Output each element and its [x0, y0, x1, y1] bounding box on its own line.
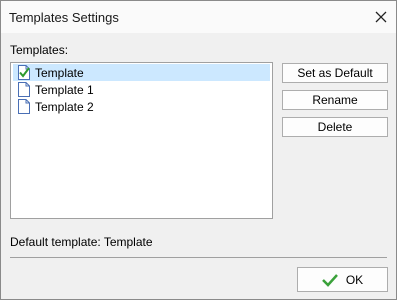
- default-template-text: Default template: Template: [10, 235, 153, 249]
- templates-list[interactable]: Template Template 1 Template 2: [10, 62, 273, 219]
- check-document-icon: [17, 65, 31, 80]
- dialog-title: Templates Settings: [9, 10, 119, 25]
- template-name: Template 2: [35, 99, 94, 114]
- rename-button[interactable]: Rename: [282, 90, 388, 110]
- templates-settings-dialog: Templates Settings Templates: Template T…: [0, 0, 397, 300]
- list-item-template-2[interactable]: Template 2: [13, 98, 270, 115]
- document-icon: [17, 99, 31, 114]
- checkmark-icon: [321, 273, 338, 287]
- template-name: Template: [35, 65, 84, 80]
- separator: [10, 257, 387, 258]
- ok-button[interactable]: OK: [297, 267, 388, 292]
- templates-label: Templates:: [10, 43, 69, 57]
- close-button[interactable]: [366, 1, 396, 33]
- close-icon: [375, 11, 387, 23]
- document-icon: [17, 82, 31, 97]
- delete-button[interactable]: Delete: [282, 117, 388, 137]
- title-bar: Templates Settings: [1, 1, 396, 33]
- set-as-default-button[interactable]: Set as Default: [282, 63, 388, 83]
- template-name: Template 1: [35, 82, 94, 97]
- ok-label: OK: [345, 272, 364, 287]
- list-item-template-1[interactable]: Template 1: [13, 81, 270, 98]
- list-item-template[interactable]: Template: [13, 64, 270, 81]
